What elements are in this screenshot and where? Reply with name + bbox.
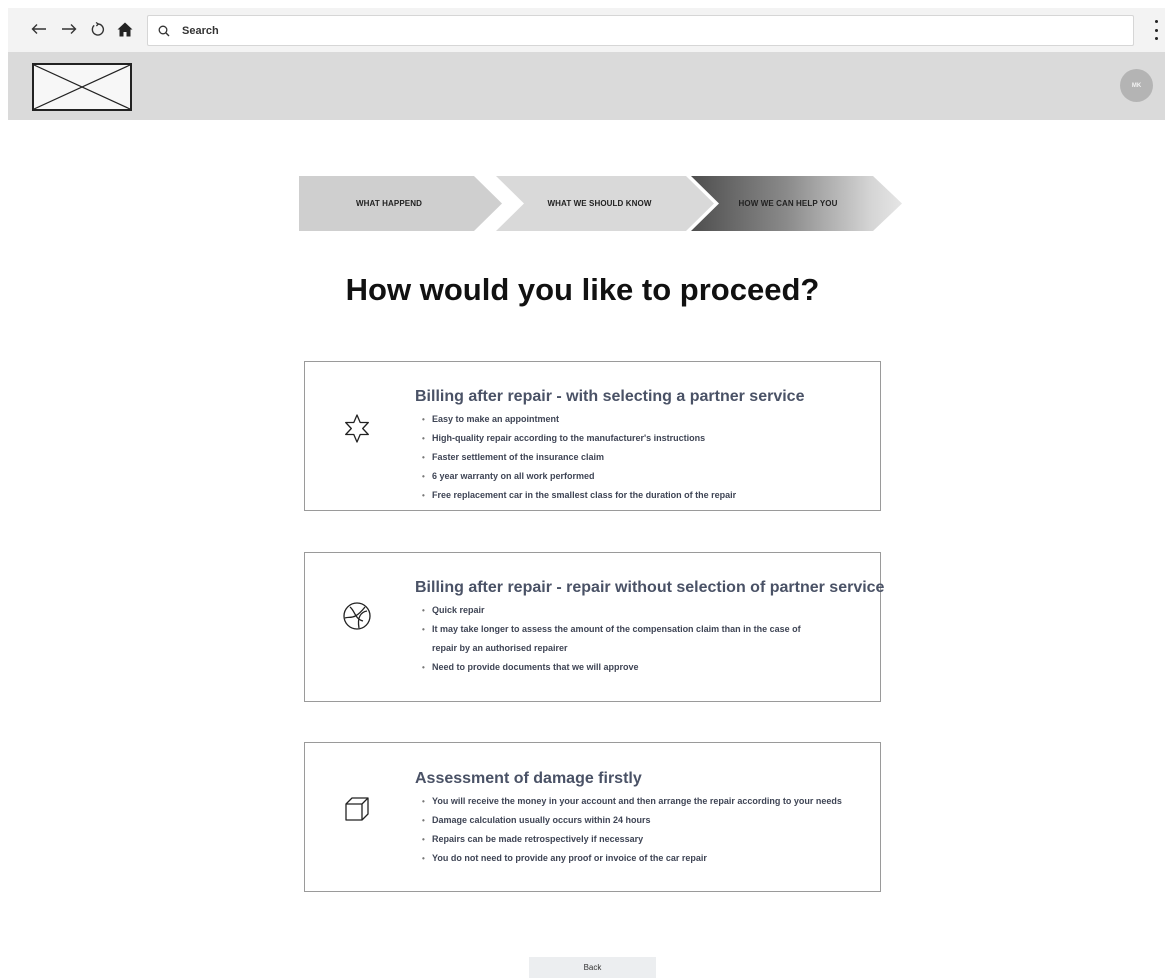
page-title: How would you like to proceed? (345, 272, 820, 307)
search-icon (158, 23, 174, 39)
back-button[interactable]: Back (529, 957, 656, 978)
list-item: Free replacement car in the smallest cla… (422, 486, 876, 505)
progress-stepper: WHAT HAPPEND WHAT WE SHOULD KNOW HOW WE … (299, 176, 904, 231)
step-what-we-should-know[interactable]: WHAT WE SHOULD KNOW (496, 176, 714, 231)
option-card-partner-service[interactable]: Billing after repair - with selecting a … (304, 361, 881, 511)
star-icon (341, 412, 373, 444)
list-item: Need to provide documents that we will a… (422, 658, 876, 677)
list-item: 6 year warranty on all work performed (422, 467, 876, 486)
list-item: Repairs can be made retrospectively if n… (422, 830, 876, 849)
card-title: Billing after repair - with selecting a … (415, 388, 805, 405)
logo-placeholder[interactable] (32, 63, 132, 111)
step-how-we-can-help[interactable]: HOW WE CAN HELP YOU (691, 176, 902, 231)
step-label: WHAT HAPPEND (356, 199, 422, 208)
site-header: MK (8, 52, 1165, 120)
card-body: Assessment of damage firstly You will re… (415, 770, 876, 868)
list-item: Faster settlement of the insurance claim (422, 448, 876, 467)
list-item: Damage calculation usually occurs within… (422, 811, 876, 830)
cube-icon (341, 793, 373, 825)
benefit-list: You will receive the money in your accou… (415, 792, 876, 868)
list-item: High-quality repair according to the man… (422, 429, 876, 448)
card-body: Billing after repair - repair without se… (415, 579, 885, 677)
list-item: You will receive the money in your accou… (422, 792, 876, 811)
aperture-icon (341, 600, 373, 632)
list-item: Easy to make an appointment (422, 410, 876, 429)
browser-toolbar (8, 8, 1165, 52)
benefit-list: Easy to make an appointment High-quality… (415, 410, 876, 505)
reload-icon[interactable] (86, 18, 108, 40)
home-icon[interactable] (114, 18, 136, 40)
step-what-happened[interactable]: WHAT HAPPEND (299, 176, 502, 231)
search-input[interactable] (182, 24, 1082, 37)
list-item-continuation: repair by an authorised repairer (432, 643, 568, 653)
option-card-no-partner-service[interactable]: Billing after repair - repair without se… (304, 552, 885, 702)
kebab-menu-icon[interactable] (1153, 20, 1159, 40)
search-bar[interactable] (147, 15, 1134, 46)
arrow-left-icon[interactable] (28, 18, 50, 40)
avatar[interactable]: MK (1120, 69, 1153, 102)
step-label: WHAT WE SHOULD KNOW (547, 199, 652, 208)
option-card-damage-assessment[interactable]: Assessment of damage firstly You will re… (304, 742, 881, 892)
list-item: Quick repair (422, 601, 876, 620)
card-body: Billing after repair - with selecting a … (415, 388, 876, 505)
card-title: Assessment of damage firstly (415, 770, 642, 787)
benefit-list: Quick repair It may take longer to asses… (415, 601, 876, 677)
arrow-right-icon[interactable] (58, 18, 80, 40)
list-item: You do not need to provide any proof or … (422, 849, 876, 868)
card-title: Billing after repair - repair without se… (415, 579, 885, 596)
list-item: It may take longer to assess the amount … (422, 620, 876, 639)
step-label: HOW WE CAN HELP YOU (738, 199, 838, 208)
